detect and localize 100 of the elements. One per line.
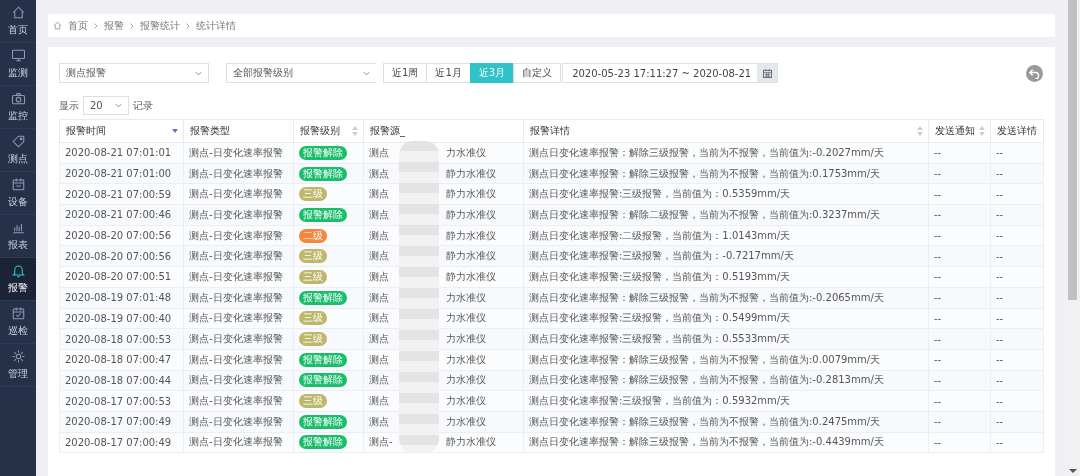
undo-icon — [1029, 67, 1040, 79]
column-header[interactable]: 报警源_ — [363, 119, 524, 143]
source-text: 力水准仪 — [446, 373, 486, 388]
level-badge: 三级 — [299, 332, 327, 347]
breadcrumb-link[interactable]: 首页 — [68, 18, 88, 33]
source-text: 静力水准仪 — [446, 207, 496, 222]
table-cell: 测点日变化速率报警：解除三级报警，当前为不报警，当前值为:0.0079mm/天 — [523, 349, 929, 371]
table-cell: 测点日变化速率报警：解除三级报警，当前为不报警，当前值为:-0.2813mm/天 — [523, 370, 929, 391]
level-badge: 二级 — [299, 228, 327, 243]
source-text: 测点 — [369, 395, 389, 407]
table-cell: 2020-08-21 07:01:00 — [59, 163, 184, 184]
table-cell: 测点日变化速率报警：解除三级报警，当前为不报警，当前值为:0.1753mm/天 — [523, 163, 929, 184]
source-text: 静力水准仪 — [446, 187, 496, 202]
tag-icon — [10, 134, 26, 149]
table-cell: 测点日变化速率报警:三级报警，当前值为：0.5499mm/天 — [523, 308, 929, 329]
bell-icon — [10, 263, 26, 278]
level-badge: 三级 — [299, 187, 327, 202]
breadcrumb-link[interactable]: 报警 — [104, 18, 124, 33]
chevron-right-icon — [186, 22, 190, 29]
sidebar-item[interactable]: 测点 — [0, 129, 36, 172]
level-badge: 报警解除 — [299, 435, 347, 450]
table-cell: 2020-08-20 07:00:56 — [59, 225, 184, 246]
breadcrumb-link[interactable]: 报警统计 — [140, 18, 180, 33]
source-text: 测点 — [369, 374, 389, 386]
level-badge: 三级 — [299, 394, 327, 409]
sidebar-item[interactable]: 报警 — [0, 258, 36, 301]
source-text: 测点 — [369, 167, 389, 179]
level-badge: 三级 — [299, 269, 327, 284]
table-cell: 测点日变化速率报警：解除三级报警，当前为不报警，当前值为:-0.2065mm/天 — [523, 287, 929, 308]
sidebar-item[interactable]: 巡检 — [0, 301, 36, 344]
calendar-icon — [762, 68, 772, 78]
range-tab[interactable]: 近1周 — [383, 63, 428, 83]
source-text: 力水准仪 — [446, 352, 486, 367]
source-text: 静力水准仪 — [446, 249, 496, 264]
sidebar-item[interactable]: 监控 — [0, 86, 36, 129]
level-select[interactable]: 全部报警级别 — [226, 63, 376, 83]
source-text: 测点 — [369, 270, 389, 282]
sidebar-item[interactable]: 监测 — [0, 43, 36, 86]
calendar-icon — [10, 177, 26, 192]
table-cell: 2020-08-21 07:00:59 — [59, 183, 184, 205]
source-text: 测点 — [369, 415, 389, 427]
source-text: 静力水准仪 — [446, 435, 496, 450]
source-text: 测点 — [369, 333, 389, 345]
source-text: 力水准仪 — [446, 332, 486, 347]
scrollbar[interactable] — [1065, 0, 1080, 476]
source-text: 静力水准仪 — [446, 228, 496, 243]
table-cell: 测点日变化速率报警:三级报警，当前值为：0.5359mm/天 — [523, 183, 929, 205]
scrollbar-thumb[interactable] — [1068, 0, 1077, 300]
column-header[interactable]: 报警类型 — [183, 119, 294, 143]
show-label: 显示 — [59, 98, 79, 113]
table-cell: 测点日变化速率报警：解除三级报警，当前为不报警，当前值为:-0.4439mm/天 — [523, 432, 929, 453]
sidebar-item[interactable]: 管理 — [0, 344, 36, 387]
sidebar-item[interactable]: 首页 — [0, 0, 36, 43]
scroll-down-icon[interactable] — [1068, 469, 1077, 473]
chevron-right-icon — [94, 22, 98, 29]
range-tab[interactable]: 自定义 — [513, 63, 562, 83]
source-text: 力水准仪 — [446, 290, 486, 305]
table-cell: 2020-08-21 07:01:01 — [59, 142, 184, 164]
table-cell: 2020-08-17 07:00:49 — [59, 411, 184, 433]
source-text: 静力水准仪 — [446, 166, 496, 181]
point-select[interactable]: 测点报警 — [59, 63, 209, 83]
table-cell: 测点日变化速率报警:三级报警，当前值为：-0.7217mm/天 — [523, 245, 929, 267]
table-cell: 2020-08-17 07:00:49 — [59, 432, 184, 453]
records-label: 记录 — [133, 98, 153, 113]
source-text: 测点 — [369, 229, 389, 241]
table-cell: 测点日变化速率报警：解除三级报警，当前为不报警，当前值为:0.2475mm/天 — [523, 411, 929, 433]
level-badge: 三级 — [299, 311, 327, 326]
level-badge: 报警解除 — [299, 352, 347, 367]
table-cell: 2020-08-20 07:00:51 — [59, 266, 184, 288]
monitor-icon — [10, 48, 26, 63]
source-text: 力水准仪 — [446, 394, 486, 409]
source-text: 测点 — [369, 291, 389, 303]
source-text: 静力水准仪 — [446, 269, 496, 284]
sidebar-item[interactable]: 设备 — [0, 172, 36, 215]
chevron-down-icon — [195, 70, 202, 76]
table-cell: 测点日变化速率报警：解除三级报警，当前为不报警，当前值为:-0.2027mm/天 — [523, 142, 929, 164]
table-cell: 测点日变化速率报警:三级报警，当前值为：0.5932mm/天 — [523, 390, 929, 412]
date-range-field[interactable]: 2020-05-23 17:11:27 ~ 2020-08-21 — [562, 63, 779, 83]
table-cell: 2020-08-17 07:00:53 — [59, 390, 184, 412]
table-cell: 2020-08-18 07:00:53 — [59, 328, 184, 350]
column-header[interactable]: 报警详情 — [523, 119, 929, 143]
source-text: 力水准仪 — [446, 145, 486, 160]
source-text: 测点 — [369, 188, 389, 200]
column-header[interactable]: 报警时间 — [59, 119, 184, 143]
level-badge: 报警解除 — [299, 145, 347, 160]
back-button[interactable] — [1026, 64, 1043, 82]
breadcrumb-link[interactable]: 统计详情 — [196, 18, 236, 33]
home-icon — [53, 21, 62, 30]
table-cell: 测点日变化速率报警：解除二级报警，当前为不报警，当前值为:0.3237mm/天 — [523, 204, 929, 226]
level-badge: 报警解除 — [299, 290, 347, 305]
camera-icon — [10, 91, 26, 106]
table-cell: 2020-08-18 07:00:44 — [59, 370, 184, 391]
column-header[interactable]: 发送详情 — [990, 119, 1044, 143]
column-header[interactable]: 发送通知 — [928, 119, 991, 143]
level-badge: 三级 — [299, 249, 327, 264]
chevron-right-icon — [130, 22, 134, 29]
table-cell: 2020-08-18 07:00:47 — [59, 349, 184, 371]
column-header[interactable]: 报警级别 — [293, 119, 364, 143]
page-size-select[interactable]: 20 — [83, 96, 129, 115]
range-tab[interactable]: 近1月 — [426, 63, 471, 83]
